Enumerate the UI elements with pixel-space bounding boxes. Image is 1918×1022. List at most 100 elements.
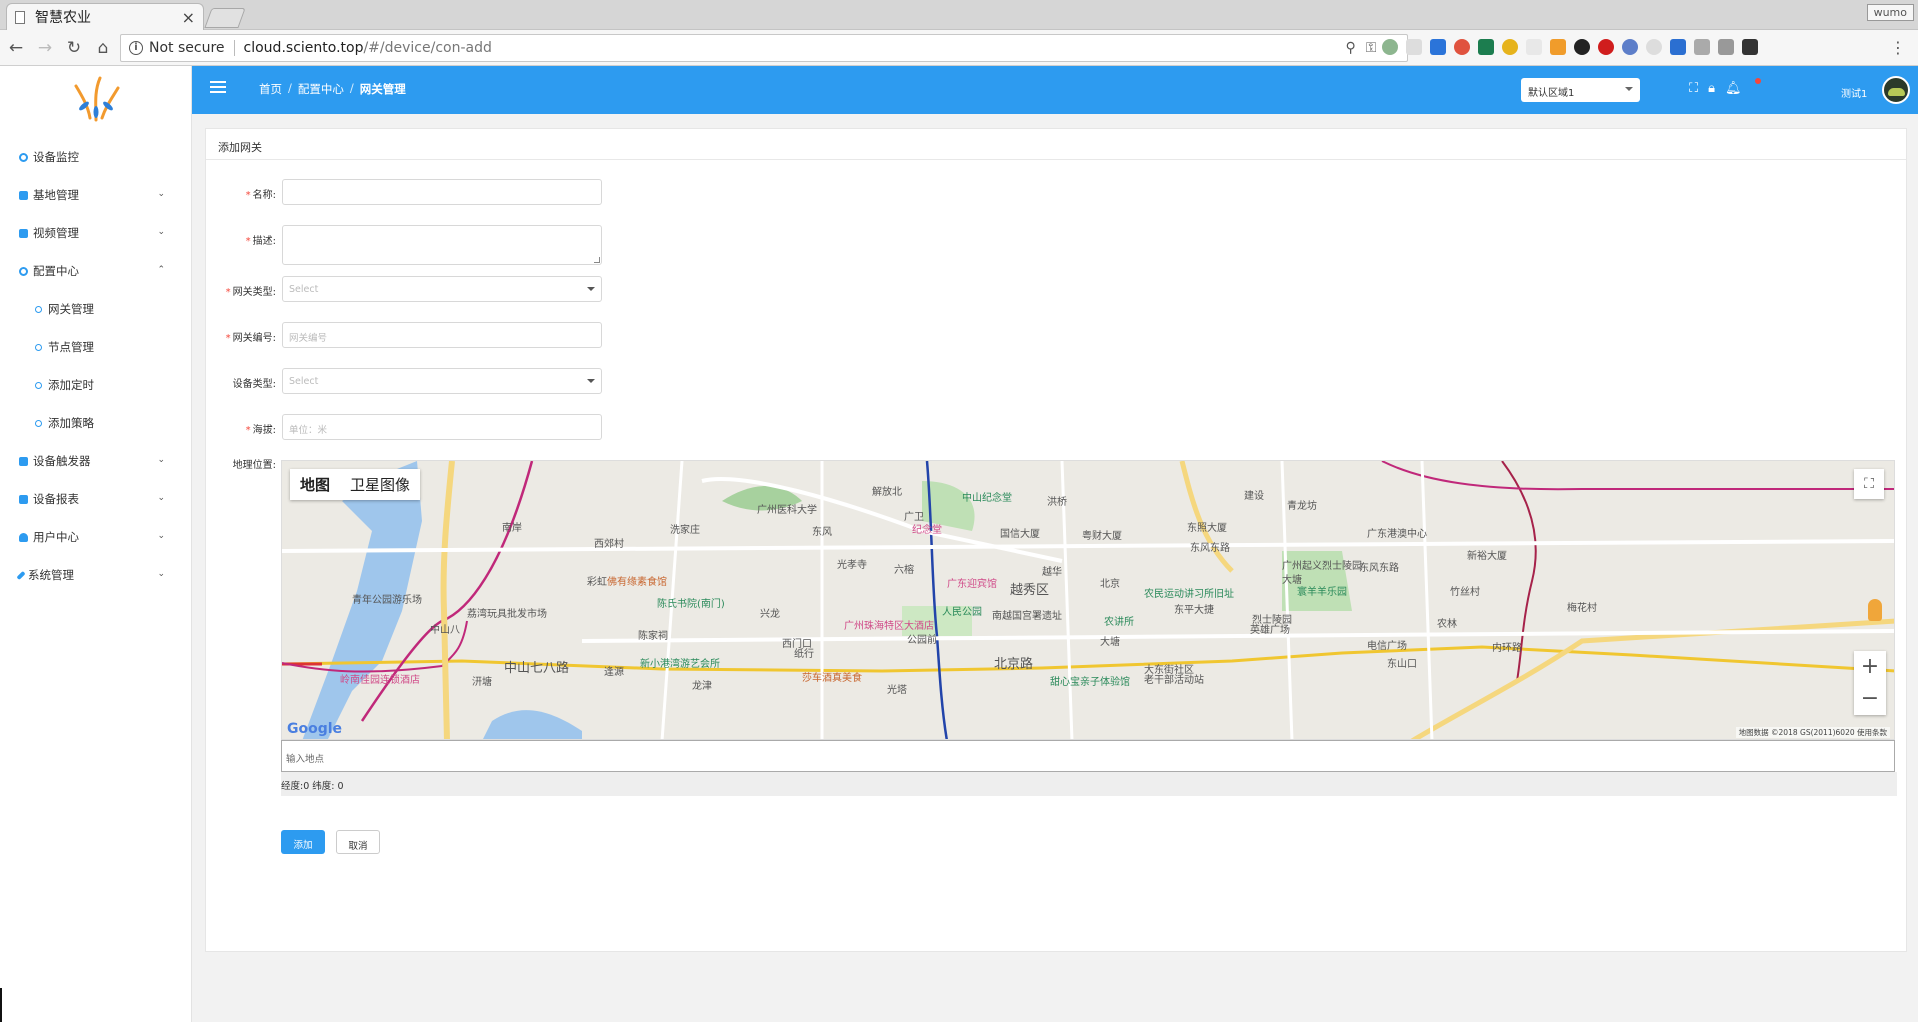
new-tab-button[interactable]: [204, 8, 246, 28]
extension-icon[interactable]: [1670, 39, 1686, 55]
zoom-out-button[interactable]: −: [1854, 683, 1886, 715]
extension-icon[interactable]: [1454, 39, 1470, 55]
bell-icon[interactable]: 🔔︎: [1725, 81, 1742, 96]
desc-textarea[interactable]: [282, 225, 602, 265]
caret-down-icon: [587, 379, 595, 387]
sidebar-item-label: 系统管理: [28, 568, 74, 582]
extension-icon[interactable]: [1406, 39, 1422, 55]
notification-badge: [1755, 78, 1761, 84]
map-type-toggle: 地图 卫星图像: [290, 469, 421, 500]
fullscreen-icon[interactable]: ⛶: [1689, 81, 1698, 96]
sidebar-item-system[interactable]: 系统管理 ⌄: [0, 556, 191, 594]
map-place-label: 国信大厦: [1000, 529, 1040, 540]
close-tab-icon[interactable]: ×: [182, 8, 195, 27]
extension-icon[interactable]: [1478, 39, 1494, 55]
sidebar-item-strategy[interactable]: 添加策略: [0, 404, 191, 442]
sidebar-item-label: 节点管理: [48, 340, 94, 354]
form-row-desc: * 描述:: [206, 225, 602, 265]
sidebar-item-report[interactable]: 设备报表 ⌄: [0, 480, 191, 518]
map-place-label: 光孝寺: [837, 560, 867, 571]
sidebar-item-user[interactable]: 用户中心 ⌄: [0, 518, 191, 556]
report-icon: [19, 494, 28, 504]
extension-icon[interactable]: [1646, 39, 1662, 55]
sidebar-item-label: 添加策略: [48, 416, 94, 430]
browser-tab[interactable]: 智慧农业 ×: [6, 3, 204, 30]
chevron-down-icon: ⌄: [157, 531, 165, 541]
map-fullscreen-icon[interactable]: ⛶: [1854, 469, 1884, 499]
breadcrumb-separator: /: [288, 81, 292, 95]
window-label: wumo: [1866, 4, 1914, 21]
menu-toggle-icon[interactable]: [210, 81, 226, 94]
wheat-logo: [74, 76, 120, 122]
sidebar-item-monitor[interactable]: 设备监控: [0, 138, 191, 176]
back-icon[interactable]: ←: [3, 38, 29, 58]
base-icon: [19, 190, 28, 200]
sidebar-item-video[interactable]: 视频管理 ⌄: [0, 214, 191, 252]
sidebar-item-gateway[interactable]: 网关管理: [0, 290, 191, 328]
gw-type-select[interactable]: Select: [282, 276, 602, 302]
breadcrumb-home[interactable]: 首页: [259, 81, 282, 97]
extension-icon[interactable]: [1574, 39, 1590, 55]
breadcrumb-config[interactable]: 配置中心: [298, 81, 344, 97]
key-icon[interactable]: ⚿: [1366, 40, 1377, 56]
sidebar-item-config[interactable]: 配置中心 ⌃: [0, 252, 191, 290]
area-select[interactable]: 默认区域1: [1521, 78, 1640, 102]
sidebar-item-node[interactable]: 节点管理: [0, 328, 191, 366]
extension-icon[interactable]: [1430, 39, 1446, 55]
extension-icon[interactable]: [1718, 39, 1734, 55]
map-tab-satellite[interactable]: 卫星图像: [340, 469, 420, 500]
map-place-label: 中山纪念堂: [962, 493, 1012, 504]
google-map[interactable]: 解放北 中山纪念堂 洪桥 建设 青龙坊 南岸 洗家庄 广州医科大学 东风 广卫 纪念堂 国信大厦 粤财大…: [281, 460, 1895, 740]
dev-type-select[interactable]: Select: [282, 368, 602, 394]
omnibox-divider: [233, 40, 235, 56]
cancel-button[interactable]: 取消: [336, 830, 380, 854]
avatar[interactable]: [1882, 76, 1910, 104]
sidebar-item-base[interactable]: 基地管理 ⌄: [0, 176, 191, 214]
map-place-label: 越秀区: [1010, 583, 1050, 598]
address-search-input[interactable]: 输入地点: [281, 740, 1895, 772]
map-attribution[interactable]: 地图数据 ©2018 GS(2011)6020 使用条款: [1735, 727, 1890, 738]
info-icon[interactable]: i: [129, 41, 143, 55]
home-icon[interactable]: ⌂: [90, 38, 116, 58]
map-tab-roadmap[interactable]: 地图: [290, 469, 340, 500]
adblock-icon[interactable]: [1598, 39, 1614, 55]
lock-icon[interactable]: 🔒︎: [1708, 81, 1715, 96]
sidebar-item-timer[interactable]: 添加定时: [0, 366, 191, 404]
chevron-down-icon: ⌄: [157, 569, 165, 579]
form-row-dev-type: 设备类型: Select: [206, 368, 602, 394]
forward-icon[interactable]: →: [32, 38, 58, 58]
extension-icon[interactable]: [1526, 39, 1542, 55]
sidebar-item-trigger[interactable]: 设备触发器 ⌄: [0, 442, 191, 480]
add-button[interactable]: 添加: [281, 830, 325, 854]
zoom-icon[interactable]: ⚲: [1346, 40, 1356, 56]
sidebar-item-label: 添加定时: [48, 378, 94, 392]
browser-tabstrip: 智慧农业 × wumo: [0, 0, 1918, 30]
zoom-in-button[interactable]: +: [1854, 651, 1886, 683]
page-icon: [15, 10, 25, 24]
user-name[interactable]: 测试1: [1841, 85, 1867, 100]
map-place-label: 广东迎宾馆: [947, 579, 997, 590]
gw-code-input[interactable]: 网关编号: [282, 322, 602, 348]
browser-menu-icon[interactable]: ⋮: [1890, 38, 1906, 57]
extension-icon[interactable]: [1694, 39, 1710, 55]
name-input[interactable]: [282, 179, 602, 205]
altitude-placeholder: 单位：米: [289, 425, 328, 436]
map-place-label: 岭南佳园连锁酒店: [340, 675, 420, 686]
map-place-label: 洪桥: [1047, 497, 1067, 508]
extension-icon[interactable]: [1622, 39, 1638, 55]
desc-label: * 描述:: [245, 236, 276, 247]
map-place-label: 建设: [1244, 491, 1264, 502]
map-place-label: 东风: [812, 527, 832, 538]
map-place-label: 兴龙: [760, 609, 780, 620]
address-bar[interactable]: i Not secure cloud.sciento.top/#/device/…: [120, 34, 1408, 62]
resize-grip-icon[interactable]: [594, 257, 600, 263]
monitor-icon: [19, 152, 28, 162]
pegman-icon[interactable]: [1868, 599, 1882, 621]
extension-icon[interactable]: [1550, 39, 1566, 55]
extension-icon[interactable]: [1742, 39, 1758, 55]
map-place-label: 广州起义烈士陵园: [1282, 561, 1362, 572]
extension-icon[interactable]: [1502, 39, 1518, 55]
extension-icon[interactable]: [1382, 39, 1398, 55]
altitude-input[interactable]: 单位：米: [282, 414, 602, 440]
reload-icon[interactable]: ↻: [61, 38, 87, 58]
